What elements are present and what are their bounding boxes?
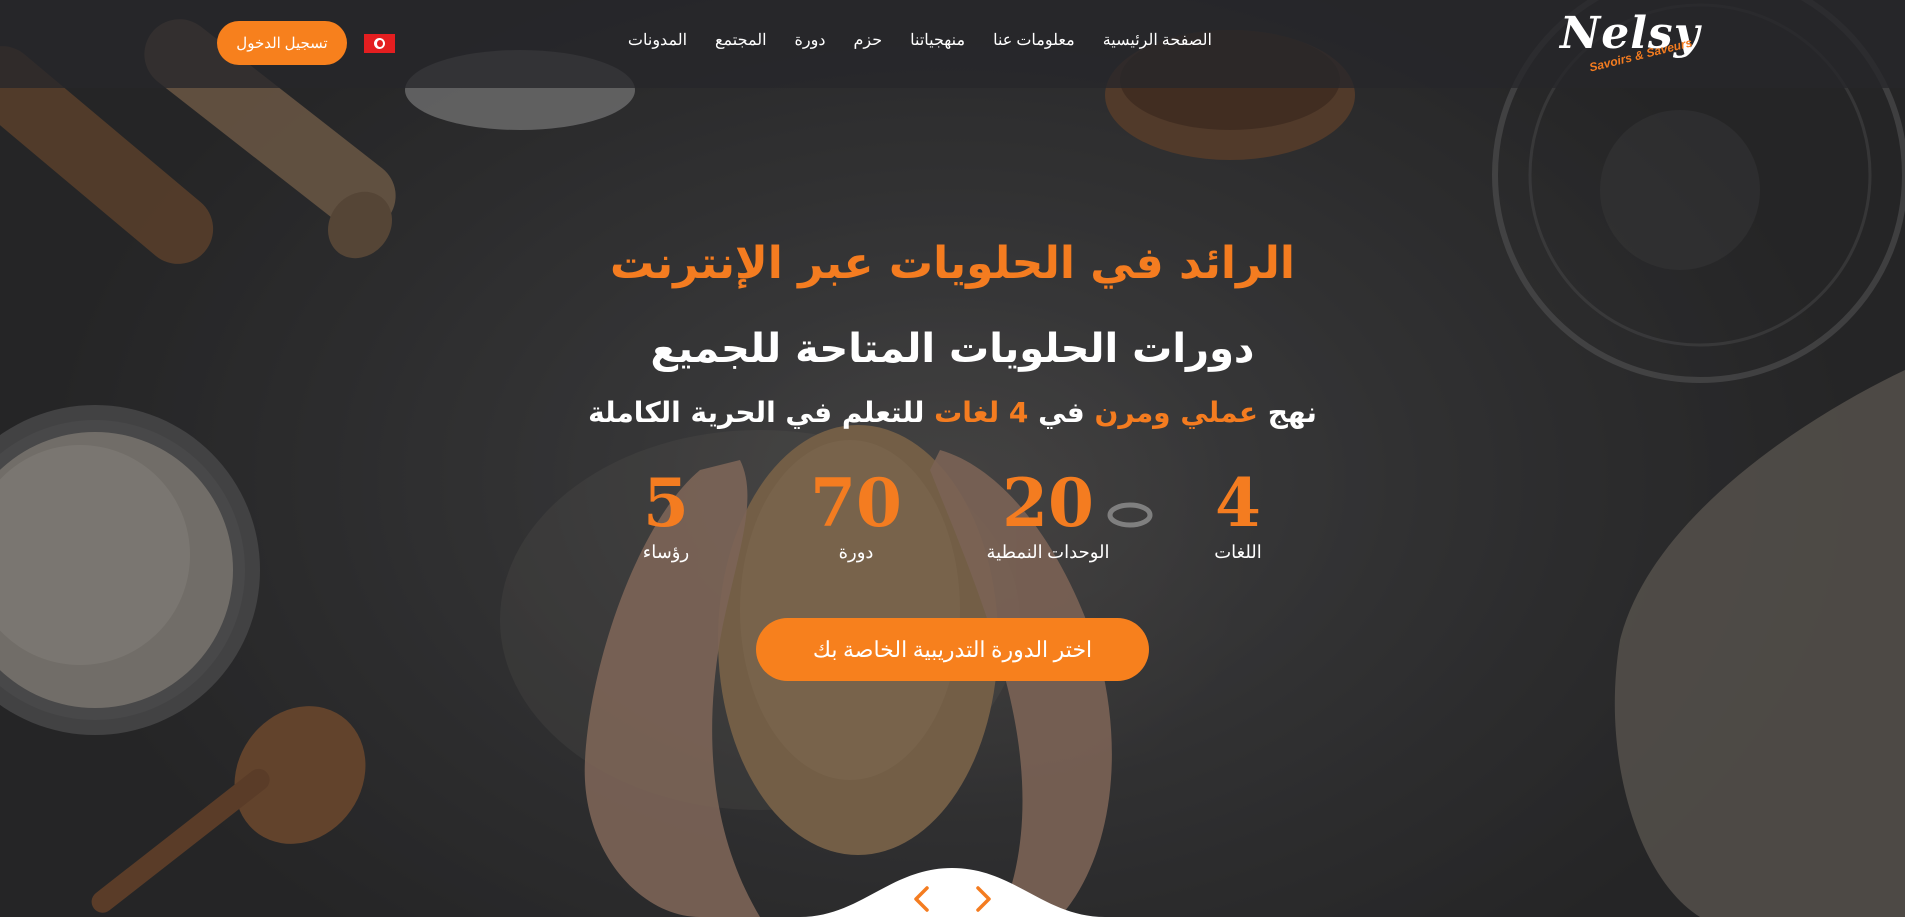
hero-subtitle: دورات الحلويات المتاحة للجميع [650, 326, 1255, 372]
main-navigation: الصفحة الرئيسية معلومات عنا منهجياتنا حز… [628, 30, 1212, 50]
stat-label: اللغات [1214, 542, 1262, 562]
stat-label: رؤساء [642, 542, 690, 562]
tunisia-flag-icon[interactable] [364, 34, 395, 53]
stat-label: دورة [838, 542, 874, 562]
flag-crescent-icon [374, 38, 385, 49]
stat-chefs: 5 رؤساء [586, 470, 746, 563]
tagline-part-2: في [1038, 396, 1085, 429]
stat-value: 4 [1215, 464, 1261, 542]
stat-label: الوحدات النمطية [986, 542, 1110, 562]
baking-scene-illustration [0, 0, 1905, 917]
nav-item-packages[interactable]: حزم [853, 30, 882, 50]
stat-modules: 20 الوحدات النمطية [968, 470, 1128, 563]
tagline-highlight-1: عملي ومرن [1094, 396, 1258, 429]
stat-value: 20 [1002, 464, 1094, 542]
slider-nav-tab [800, 868, 1105, 917]
slider-next-button[interactable] [970, 884, 998, 914]
choose-course-button[interactable]: اختر الدورة التدريبية الخاصة بك [756, 618, 1149, 681]
nav-item-blogs[interactable]: المدونات [628, 30, 687, 50]
stat-value: 70 [810, 464, 902, 542]
site-header: Nelsy Savoirs & Saveurs الصفحة الرئيسية … [0, 0, 1905, 88]
stat-value: 5 [643, 464, 689, 542]
tagline-part-1: نهج [1267, 396, 1317, 429]
hero-title: الرائد في الحلويات عبر الإنترنت [610, 238, 1295, 289]
chevron-right-icon [976, 886, 991, 912]
nav-item-community[interactable]: المجتمع [715, 30, 767, 50]
slider-prev-button[interactable] [907, 884, 935, 914]
login-button[interactable]: تسجيل الدخول [217, 21, 347, 65]
nav-item-methods[interactable]: منهجياتنا [910, 30, 965, 50]
hero-tagline: نهج عملي ومرن في 4 لغات للتعلم في الحرية… [0, 396, 1905, 429]
chevron-left-icon [914, 886, 929, 912]
stat-courses: 70 دورة [776, 470, 936, 563]
tagline-highlight-2: 4 لغات [934, 396, 1029, 429]
nav-item-about[interactable]: معلومات عنا [993, 30, 1075, 50]
hero-background-image [0, 0, 1905, 917]
tagline-part-3: للتعلم في الحرية الكاملة [588, 396, 925, 429]
nav-item-course[interactable]: دورة [795, 30, 826, 50]
nelsy-logo[interactable]: Nelsy Savoirs & Saveurs [1560, 8, 1699, 76]
stat-languages: 4 اللغات [1158, 470, 1318, 563]
nav-item-home[interactable]: الصفحة الرئيسية [1103, 30, 1212, 50]
